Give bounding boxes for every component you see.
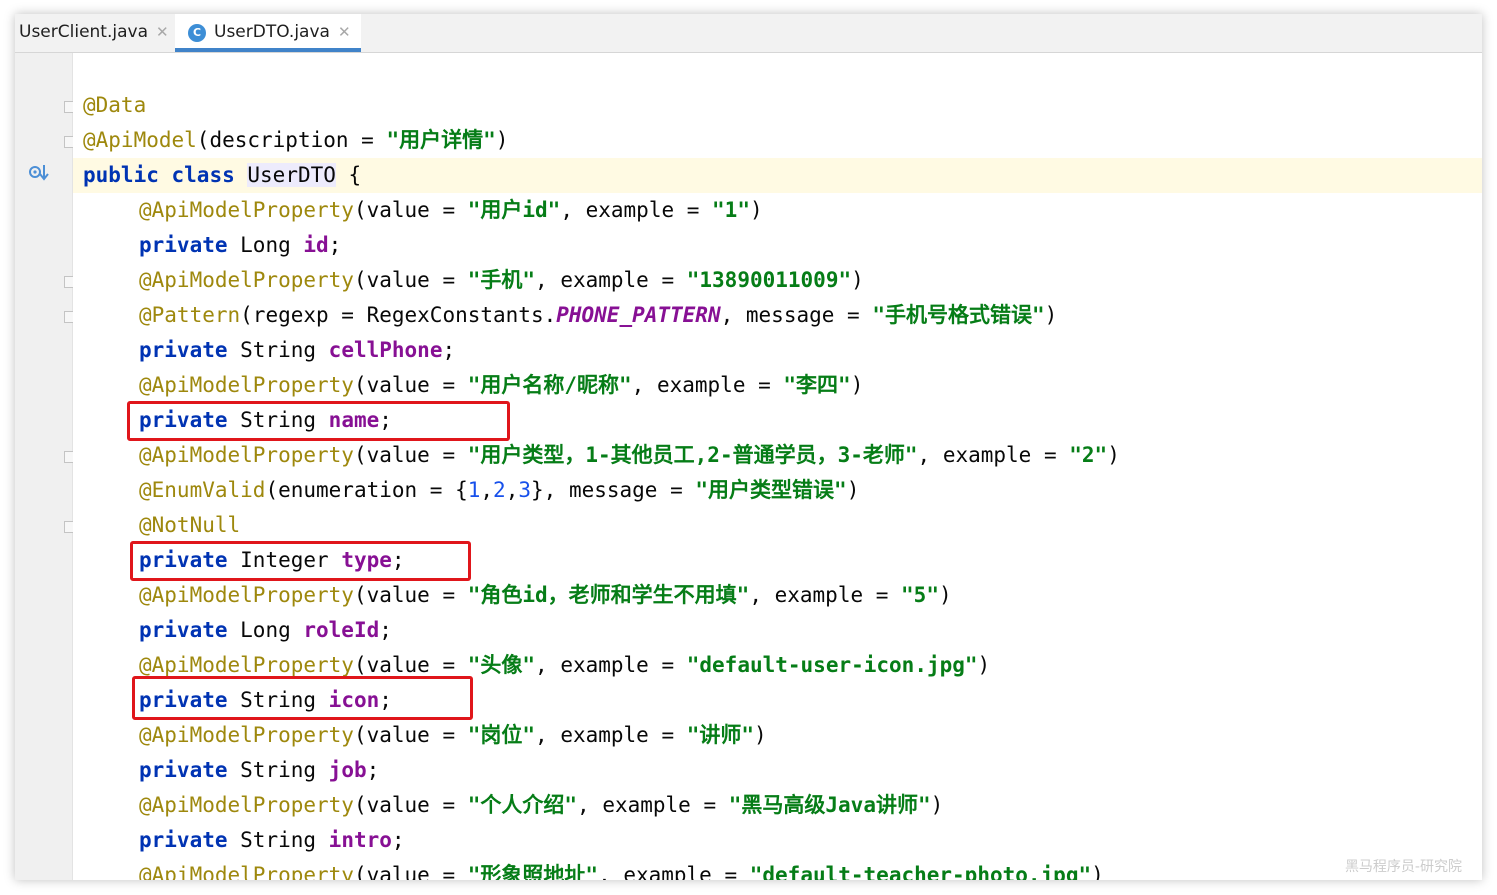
code-line[interactable]: @ApiModelProperty(value = "用户类型，1-其他员工,2… [139,438,1120,473]
code-line[interactable]: @ApiModelProperty(value = "用户名称/昵称", exa… [139,368,863,403]
code-editor[interactable]: @Data @ApiModel(description = "用户详情") pu… [73,53,1482,880]
code-line[interactable]: @ApiModelProperty(value = "手机", example … [139,263,864,298]
ide-window: UserClient.java ✕ C UserDTO.java ✕ @Data @A… [15,14,1482,880]
code-line[interactable]: @EnumValid(enumeration = {1,2,3}, messag… [139,473,859,508]
code-line[interactable]: @ApiModelProperty(value = "用户id", exampl… [139,193,763,228]
editor-tab-bar: UserClient.java ✕ C UserDTO.java ✕ [15,14,1482,53]
code-line[interactable]: @ApiModelProperty(value = "形象照地址", examp… [139,858,1104,880]
code-line[interactable]: @Pattern(regexp = RegexConstants.PHONE_P… [139,298,1057,333]
close-icon[interactable]: ✕ [156,23,169,41]
code-line[interactable]: private Long id; [139,228,341,263]
close-icon[interactable]: ✕ [338,23,351,41]
code-line[interactable]: @ApiModelProperty(value = "角色id，老师和学生不用填… [139,578,952,613]
code-line[interactable]: private String intro; [139,823,405,858]
code-line[interactable]: @ApiModelProperty(value = "岗位", example … [139,718,767,753]
editor-gutter [15,53,76,880]
class-name: UserDTO [247,163,336,187]
java-class-icon: C [188,24,206,42]
code-line[interactable]: @ApiModel(description = "用户详情") [83,123,508,158]
code-line[interactable]: @NotNull [139,508,240,543]
code-line[interactable]: @Data [83,88,146,123]
tab-label: UserClient.java [19,22,148,42]
tab-userdto-java[interactable]: C UserDTO.java ✕ [175,14,361,52]
code-line[interactable]: @ApiModelProperty(value = "个人介绍", exampl… [139,788,943,823]
code-line[interactable]: public class UserDTO { [83,158,361,193]
code-line[interactable]: private Long roleId; [139,613,392,648]
highlight-box-type [130,541,471,581]
highlight-box-name [127,401,510,441]
tab-label: UserDTO.java [214,22,330,42]
highlight-box-icon [132,676,473,720]
watermark: 黑马程序员-研究院 [1344,859,1462,875]
tab-userclient-java[interactable]: UserClient.java ✕ [19,14,169,52]
code-line[interactable]: private String job; [139,753,379,788]
implementation-down-arrow-icon[interactable] [28,161,50,183]
code-line[interactable]: private String cellPhone; [139,333,455,368]
